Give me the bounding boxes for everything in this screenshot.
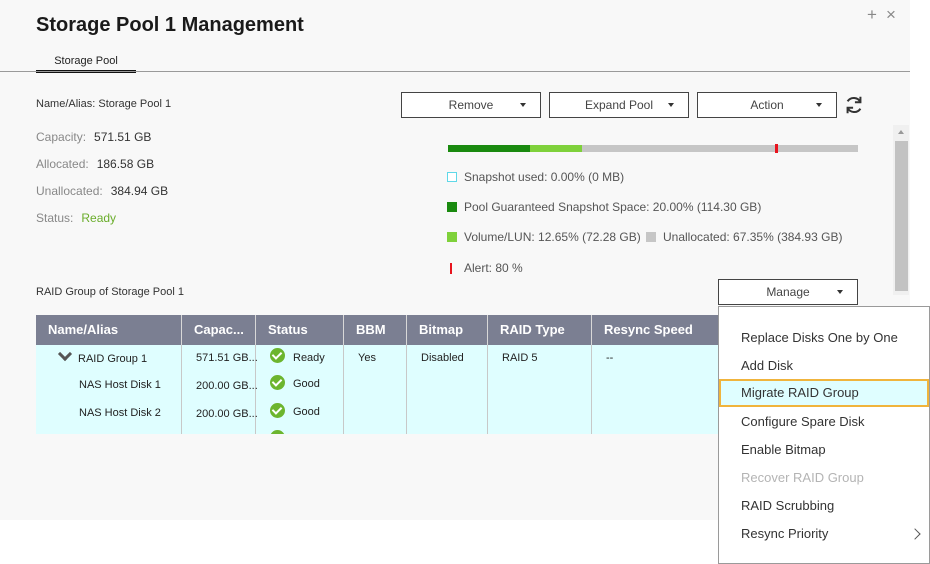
volume-swatch — [447, 232, 457, 242]
column-bbm[interactable]: BBM — [344, 315, 407, 345]
row-name: NAS Host Disk 1 — [79, 379, 161, 391]
expand-pool-label: Expand Pool — [584, 98, 654, 112]
usage-segment-unallocated — [581, 145, 858, 152]
alert-text: Alert: 80 % — [464, 261, 523, 275]
scroll-up-icon[interactable] — [898, 130, 904, 134]
capacity-value: 571.51 GB — [94, 130, 152, 144]
window-title: Storage Pool 1 Management — [36, 14, 304, 36]
row-bitmap: Disabled — [421, 352, 464, 364]
column-bitmap[interactable]: Bitmap — [407, 315, 488, 345]
usage-segment-pool-guaranteed-snapshot-space — [448, 145, 530, 152]
manage-menu: Replace Disks One by One Add Disk Migrat… — [718, 306, 930, 564]
action-dropdown[interactable]: Action — [697, 92, 837, 118]
unallocated-text: Unallocated: 67.35% (384.93 GB) — [663, 230, 843, 244]
resync-priority-label: Resync Priority — [741, 526, 829, 541]
unallocated-swatch — [646, 232, 656, 242]
alert-threshold-marker — [775, 144, 778, 153]
action-label: Action — [750, 98, 784, 112]
column-resync-speed[interactable]: Resync Speed — [592, 315, 736, 345]
unallocated-label: Unallocated: — [36, 184, 103, 198]
refresh-icon[interactable] — [843, 94, 865, 116]
menu-item-configure-spare-disk[interactable]: Configure Spare Disk — [719, 408, 929, 436]
menu-item-migrate-raid-group[interactable]: Migrate RAID Group — [719, 379, 929, 407]
close-icon[interactable]: × — [886, 6, 896, 24]
legend-guaranteed: Pool Guaranteed Snapshot Space: 20.00% (… — [447, 200, 761, 214]
table-header: Name/Alias Capac... Status BBM Bitmap RA… — [36, 315, 736, 345]
row-capacity: 200.00 GB... — [196, 408, 258, 420]
capacity-row: Capacity: 571.51 GB — [36, 130, 151, 144]
column-divider — [181, 345, 182, 434]
tab-divider — [0, 71, 910, 72]
menu-item-enable-bitmap[interactable]: Enable Bitmap — [719, 436, 929, 464]
check-circle-icon — [270, 375, 285, 390]
chevron-down-icon[interactable] — [57, 346, 73, 362]
column-status[interactable]: Status — [256, 315, 344, 345]
column-capacity[interactable]: Capac... — [182, 315, 256, 345]
remove-dropdown[interactable]: Remove — [401, 92, 541, 118]
allocated-value: 186.58 GB — [96, 157, 155, 171]
guaranteed-swatch — [447, 202, 457, 212]
manage-dropdown[interactable]: Manage — [718, 279, 858, 305]
status-badge: Ready — [81, 211, 117, 225]
row-capacity: 571.51 GB... — [196, 352, 258, 364]
allocated-row: Allocated: 186.58 GB — [36, 157, 154, 171]
scrollbar-thumb[interactable] — [895, 141, 908, 291]
unallocated-value: 384.94 GB — [110, 184, 169, 198]
menu-item-replace-disks[interactable]: Replace Disks One by One — [719, 324, 929, 352]
check-circle-icon — [270, 403, 285, 418]
add-icon[interactable]: + — [867, 6, 877, 24]
status-label: Status: — [36, 211, 74, 225]
column-divider — [487, 345, 488, 434]
column-raid-type[interactable]: RAID Type — [488, 315, 592, 345]
legend-snapshot-used: Snapshot used: 0.00% (0 MB) — [447, 170, 624, 184]
menu-item-add-disk[interactable]: Add Disk — [719, 352, 929, 380]
row-status: Good — [293, 406, 320, 418]
unallocated-row: Unallocated: 384.94 GB — [36, 184, 168, 198]
caret-down-icon — [668, 103, 674, 107]
expand-pool-dropdown[interactable]: Expand Pool — [549, 92, 689, 118]
remove-label: Remove — [448, 98, 494, 112]
legend-alert: Alert: 80 % — [447, 261, 523, 275]
row-name: RAID Group 1 — [78, 353, 148, 365]
snapshot-used-text: Snapshot used: 0.00% (0 MB) — [464, 170, 625, 184]
row-raid-type: RAID 5 — [502, 352, 538, 364]
check-circle-icon — [270, 430, 285, 434]
caret-down-icon — [816, 103, 822, 107]
manage-label: Manage — [766, 285, 810, 299]
row-resync: -- — [606, 352, 614, 364]
row-name: NAS Host Disk 2 — [79, 407, 161, 419]
row-capacity: 200.00 GB... — [196, 380, 258, 392]
column-divider — [343, 345, 344, 434]
raid-section-label: RAID Group of Storage Pool 1 — [36, 286, 184, 298]
capacity-label: Capacity: — [36, 130, 87, 144]
caret-down-icon — [837, 290, 843, 294]
menu-item-raid-scrubbing[interactable]: RAID Scrubbing — [719, 492, 929, 520]
snapshot-used-swatch — [447, 172, 457, 182]
allocated-label: Allocated: — [36, 157, 89, 171]
guaranteed-text: Pool Guaranteed Snapshot Space: 20.00% (… — [464, 200, 762, 214]
column-divider — [406, 345, 407, 434]
row-status: Good — [293, 378, 320, 390]
usage-bar — [448, 144, 858, 153]
volume-text: Volume/LUN: 12.65% (72.28 GB) — [464, 230, 641, 244]
pool-name-alias: Name/Alias: Storage Pool 1 — [36, 98, 172, 110]
row-bbm: Yes — [358, 352, 376, 364]
menu-item-resync-priority[interactable]: Resync Priority — [719, 520, 929, 548]
menu-item-recover-raid-group: Recover RAID Group — [741, 470, 864, 485]
row-status: Ready — [293, 352, 325, 364]
check-circle-icon — [270, 348, 285, 363]
legend-unallocated: Unallocated: 67.35% (384.93 GB) — [646, 230, 842, 244]
legend-volume: Volume/LUN: 12.65% (72.28 GB) — [447, 230, 641, 244]
column-divider — [591, 345, 592, 434]
alert-marker-icon — [450, 262, 452, 274]
chevron-right-icon — [909, 528, 921, 540]
raid-table: Name/Alias Capac... Status BBM Bitmap RA… — [36, 315, 736, 434]
usage-segment-volume-lun — [530, 145, 582, 152]
caret-down-icon — [520, 103, 526, 107]
status-row: Status: Ready — [36, 211, 116, 225]
column-name-alias[interactable]: Name/Alias — [36, 315, 182, 345]
